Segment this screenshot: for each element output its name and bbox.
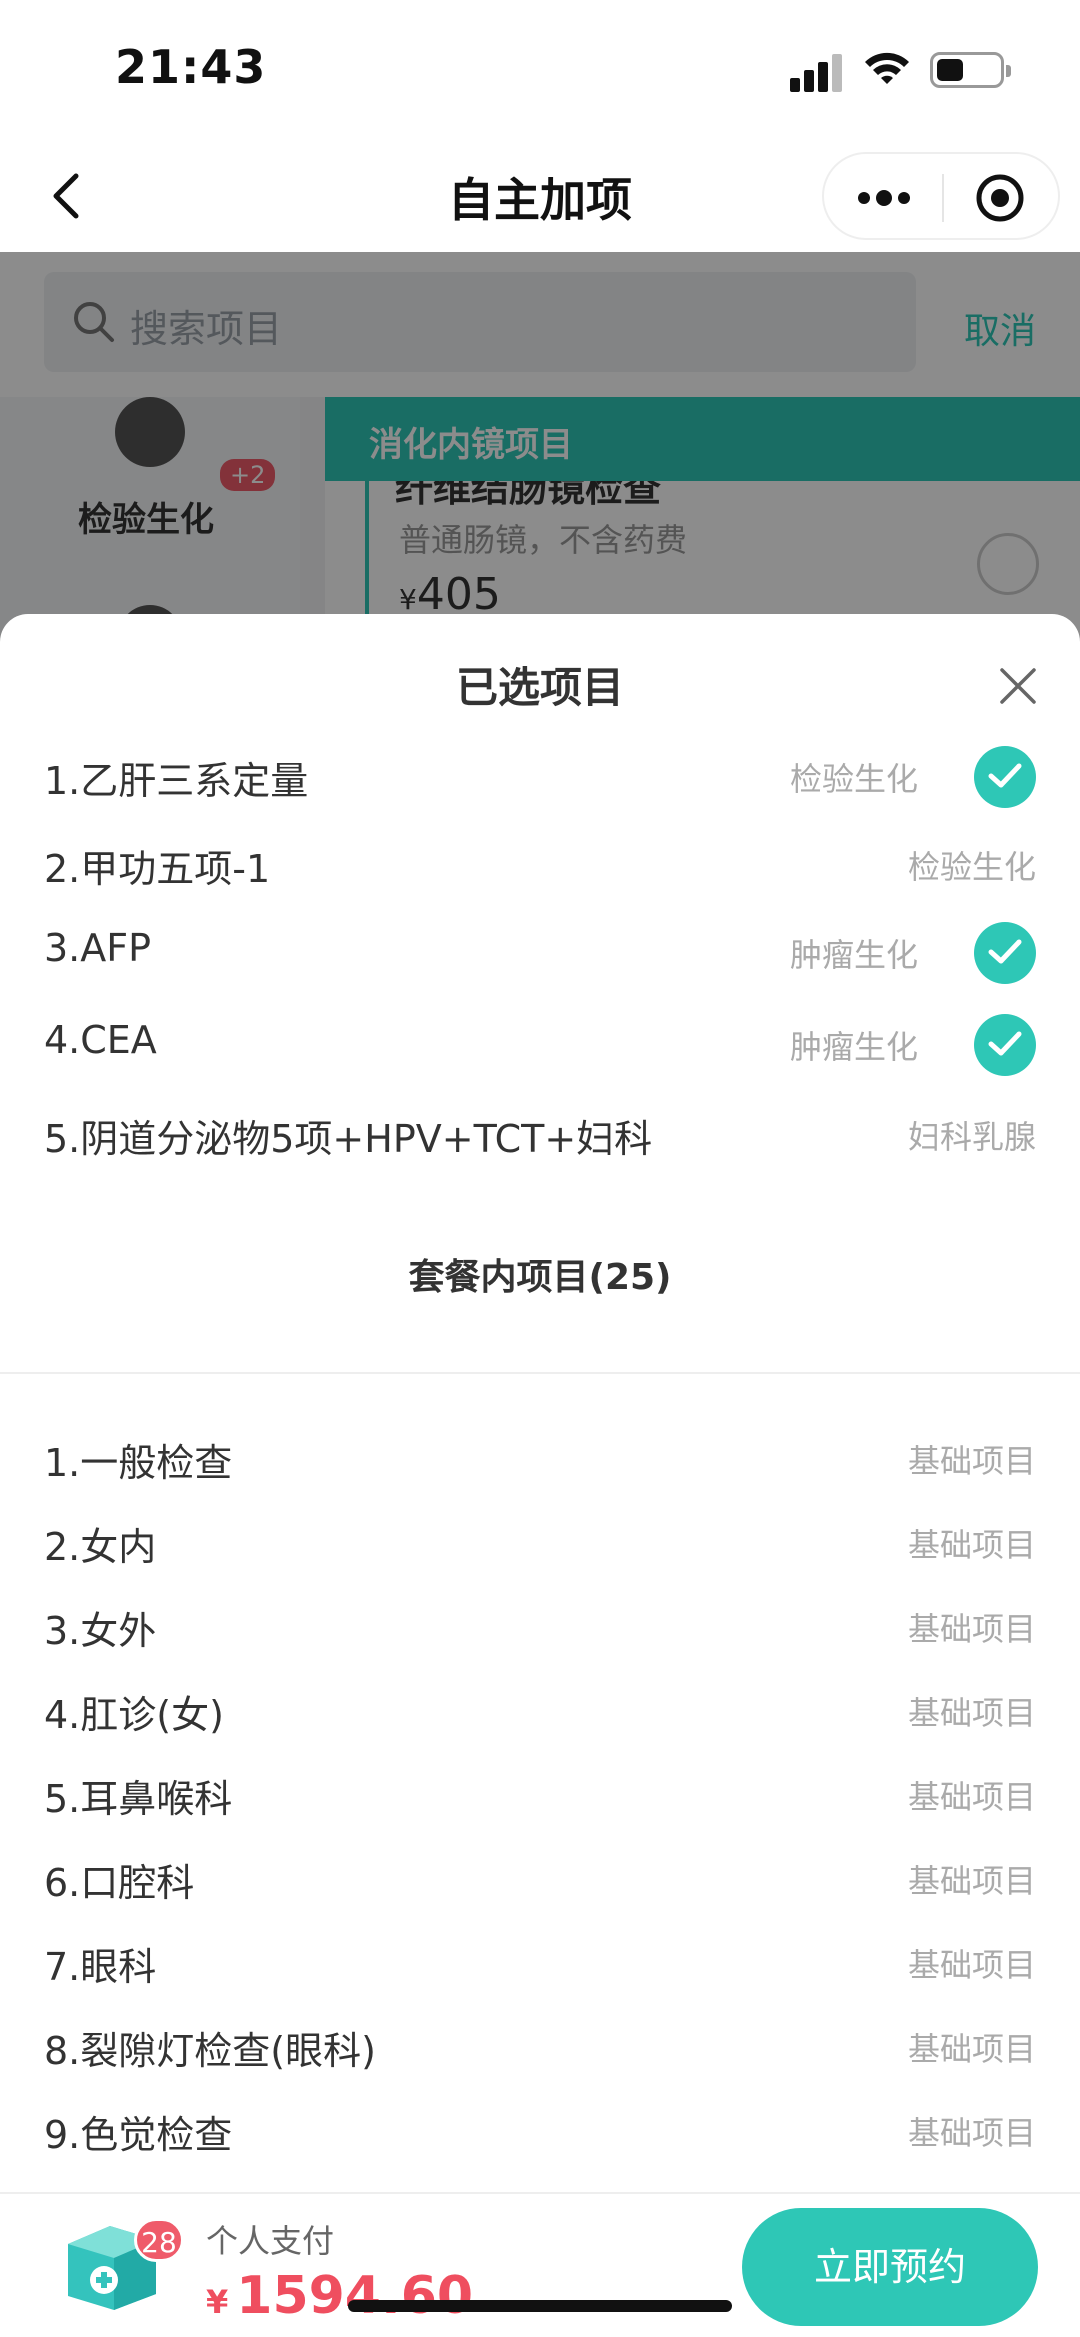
package-item-name: 9.色觉检查	[44, 2113, 233, 2157]
selected-item-name: 3.AFP	[44, 926, 152, 970]
selected-item-category: 检验生化	[907, 848, 1036, 886]
selected-item-category: 检验生化	[790, 760, 919, 798]
selected-item-category: 妇科乳腺	[907, 1118, 1036, 1156]
package-item: 7.眼科 基础项目	[0, 1920, 1080, 2004]
package-item: 4.肛诊(女) 基础项目	[0, 1668, 1080, 1752]
package-item: 1.一般检查 基础项目	[0, 1416, 1080, 1500]
bottom-checkout-bar: 28 个人支付 ¥1594.60 立即预约	[0, 2192, 1080, 2337]
selected-item-category: 肿瘤生化	[790, 1028, 919, 1066]
selected-item: 2.甲功五项-1 检验生化	[0, 818, 1080, 908]
package-item-category: 基础项目	[907, 1610, 1036, 1648]
nav-bar: 自主加项	[0, 140, 1080, 252]
check-icon[interactable]	[974, 1014, 1036, 1076]
capsule-divider	[942, 174, 944, 222]
selected-item: 5.阴道分泌物5项+HPV+TCT+妇科 妇科乳腺	[0, 1088, 1080, 1178]
package-item-name: 7.眼科	[44, 1945, 157, 1989]
status-time: 21:43	[115, 40, 267, 94]
check-icon[interactable]	[974, 922, 1036, 984]
package-item-name: 4.肛诊(女)	[44, 1693, 224, 1737]
pay-amount-value: 1594.60	[236, 2266, 474, 2326]
selected-item-category: 肿瘤生化	[790, 936, 919, 974]
selected-item: 3.AFP 肿瘤生化	[0, 906, 1080, 996]
package-item: 8.裂隙灯检查(眼科) 基础项目	[0, 2004, 1080, 2088]
more-dots-icon[interactable]	[854, 180, 914, 216]
package-item-category: 基础项目	[907, 1862, 1036, 1900]
selected-item-name: 4.CEA	[44, 1018, 157, 1062]
currency-symbol: ¥	[206, 2283, 229, 2321]
sheet-title: 已选项目	[455, 663, 624, 712]
selected-item: 4.CEA 肿瘤生化	[0, 998, 1080, 1088]
package-item-category: 基础项目	[907, 1694, 1036, 1732]
package-item-category: 基础项目	[907, 2114, 1036, 2152]
package-item-name: 1.一般检查	[44, 1441, 233, 1485]
selected-item-name: 5.阴道分泌物5项+HPV+TCT+妇科	[44, 1117, 653, 1161]
selected-item: 1.乙肝三系定量 检验生化	[0, 730, 1080, 820]
package-item-category: 基础项目	[907, 2030, 1036, 2068]
status-bar: 21:43	[0, 0, 1080, 140]
package-section-title: 套餐内项目(25)	[408, 1257, 672, 1298]
mini-program-capsule	[822, 152, 1060, 240]
package-item-category: 基础项目	[907, 1946, 1036, 1984]
book-now-button[interactable]: 立即预约	[742, 2208, 1038, 2326]
check-icon[interactable]	[974, 746, 1036, 808]
package-item-name: 3.女外	[44, 1609, 157, 1653]
wifi-icon	[865, 52, 909, 84]
cart-count-badge: 28	[134, 2218, 184, 2262]
cellular-signal-icon	[790, 52, 846, 92]
close-icon[interactable]	[994, 662, 1042, 710]
package-item-category: 基础项目	[907, 1442, 1036, 1480]
package-item: 3.女外 基础项目	[0, 1584, 1080, 1668]
package-item-name: 8.裂隙灯检查(眼科)	[44, 2029, 376, 2073]
package-item-category: 基础项目	[907, 1778, 1036, 1816]
pay-label: 个人支付	[206, 2222, 335, 2260]
package-item-name: 6.口腔科	[44, 1861, 195, 1905]
home-indicator	[348, 2300, 732, 2312]
selected-items-sheet: 已选项目 1.乙肝三系定量 检验生化 2.甲功五项-1 检验生化 3.AFP 肿…	[0, 614, 1080, 2337]
selected-item-name: 1.乙肝三系定量	[44, 759, 309, 803]
battery-icon	[930, 52, 1011, 88]
section-divider	[0, 1372, 1080, 1374]
package-item: 9.色觉检查 基础项目	[0, 2088, 1080, 2172]
package-item: 2.女内 基础项目	[0, 1500, 1080, 1584]
selected-item-name: 2.甲功五项-1	[44, 847, 271, 891]
package-item-name: 5.耳鼻喉科	[44, 1777, 233, 1821]
package-item-name: 2.女内	[44, 1525, 157, 1569]
package-item: 6.口腔科 基础项目	[0, 1836, 1080, 1920]
pay-amount: ¥1594.60	[206, 2266, 473, 2326]
package-item-category: 基础项目	[907, 1526, 1036, 1564]
package-item: 5.耳鼻喉科 基础项目	[0, 1752, 1080, 1836]
close-miniprogram-icon[interactable]	[974, 172, 1026, 224]
